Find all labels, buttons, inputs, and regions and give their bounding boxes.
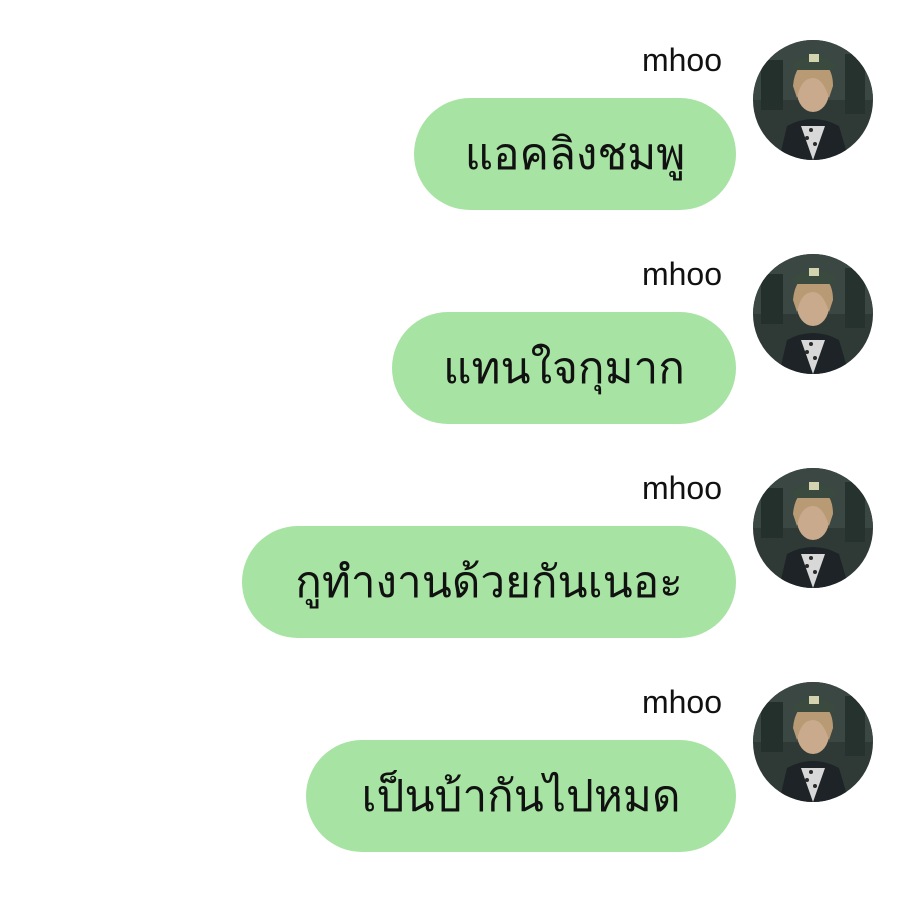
- sender-name: mhoo: [641, 42, 722, 78]
- sender-name: mhoo: [641, 256, 722, 292]
- avatar[interactable]: [753, 682, 873, 802]
- profile-photo-icon: [753, 40, 873, 160]
- message-row: mhoo แทนใจกุมาก: [0, 254, 918, 468]
- avatar[interactable]: [753, 254, 873, 374]
- message-row: mhoo แอคลิงชมพู: [0, 40, 918, 254]
- profile-photo-icon: [753, 254, 873, 374]
- message-bubble[interactable]: แอคลิงชมพู: [414, 98, 736, 210]
- message-row: mhoo กูทำงานด้วยกันเนอะ: [0, 468, 918, 682]
- chat-thread: mhoo แอคลิงชมพู mhoo แทนใจกุมาก mhoo กูท…: [0, 0, 918, 918]
- sender-name: mhoo: [641, 684, 722, 720]
- sender-name: mhoo: [641, 470, 722, 506]
- message-bubble[interactable]: แทนใจกุมาก: [392, 312, 736, 424]
- profile-photo-icon: [753, 682, 873, 802]
- avatar[interactable]: [753, 40, 873, 160]
- message-row: mhoo เป็นบ้ากันไปหมด: [0, 682, 918, 896]
- message-bubble[interactable]: เป็นบ้ากันไปหมด: [306, 740, 736, 852]
- avatar[interactable]: [753, 468, 873, 588]
- profile-photo-icon: [753, 468, 873, 588]
- message-bubble[interactable]: กูทำงานด้วยกันเนอะ: [242, 526, 736, 638]
